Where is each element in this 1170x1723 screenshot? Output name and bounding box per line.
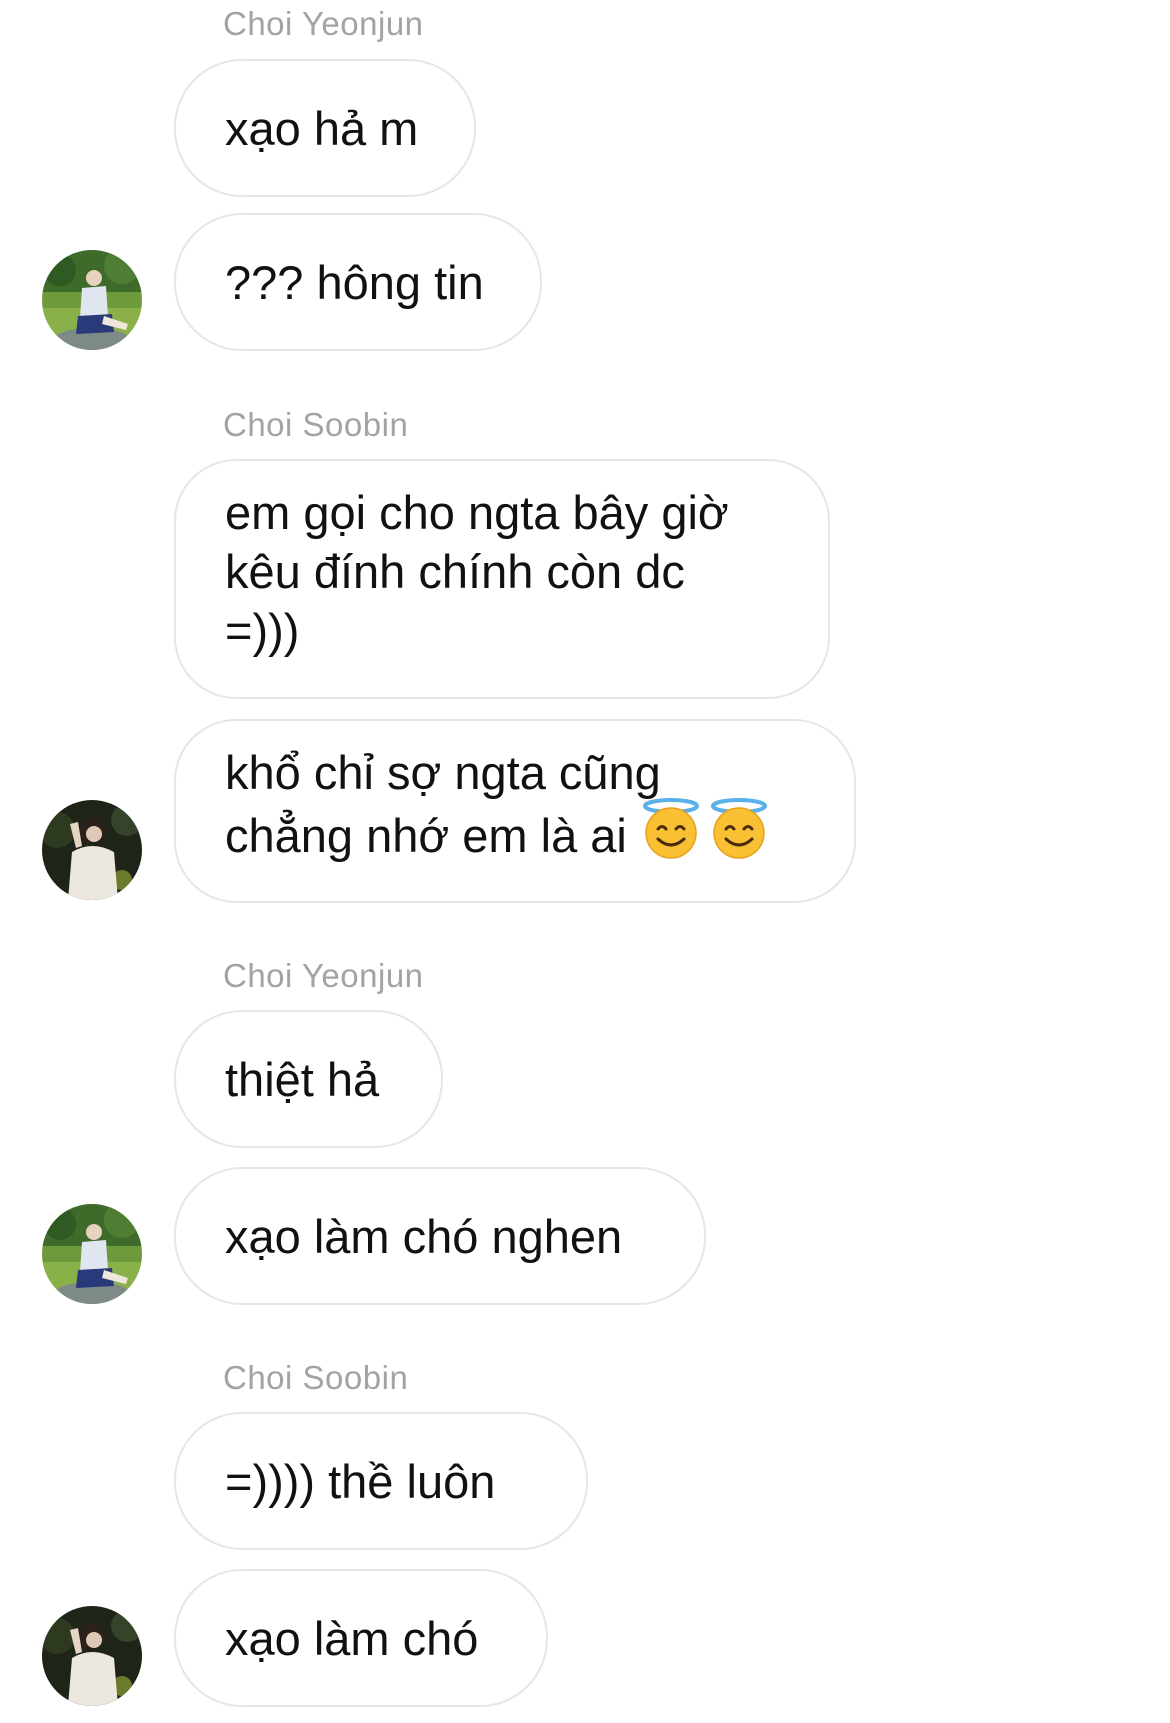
message-bubble[interactable]: khổ chỉ sợ ngta cũng chẳng nhớ em là ai	[174, 719, 856, 903]
sender-name: Choi Soobin	[223, 406, 409, 443]
avatar-yeonjun[interactable]	[42, 250, 142, 350]
message-text: thiệt hả	[225, 1052, 380, 1106]
message-text: =)))) thề luôn	[225, 1454, 496, 1508]
message-bubble[interactable]: xạo hả m	[174, 59, 476, 197]
sender-name: Choi Yeonjun	[223, 5, 424, 42]
message-text: xạo hả m	[225, 101, 419, 155]
sender-name: Choi Soobin	[223, 1359, 409, 1396]
smiling-face-with-halo-icon	[641, 798, 701, 873]
message-text: khổ chỉ sợ ngta cũng chẳng nhớ em là ai	[225, 743, 769, 877]
message-text: ??? hông tin	[225, 255, 484, 309]
avatar-soobin[interactable]	[42, 1606, 142, 1706]
message-bubble[interactable]: ??? hông tin	[174, 213, 542, 351]
message-bubble[interactable]: thiệt hả	[174, 1010, 443, 1148]
avatar-yeonjun[interactable]	[42, 1204, 142, 1304]
message-bubble[interactable]: xạo làm chó	[174, 1569, 548, 1707]
avatar-soobin[interactable]	[42, 800, 142, 900]
smiling-face-with-halo-icon	[709, 798, 769, 873]
message-text-body: khổ chỉ sợ ngta cũng chẳng nhớ em là ai	[225, 746, 661, 862]
message-text: xạo làm chó nghen	[225, 1209, 623, 1263]
sender-name: Choi Yeonjun	[223, 957, 424, 994]
message-bubble[interactable]: em gọi cho ngta bây giờ kêu đính chính c…	[174, 459, 830, 699]
message-bubble[interactable]: xạo làm chó nghen	[174, 1167, 706, 1305]
message-text: em gọi cho ngta bây giờ kêu đính chính c…	[225, 486, 729, 657]
message-text: xạo làm chó	[225, 1611, 479, 1665]
message-bubble[interactable]: =)))) thề luôn	[174, 1412, 588, 1550]
